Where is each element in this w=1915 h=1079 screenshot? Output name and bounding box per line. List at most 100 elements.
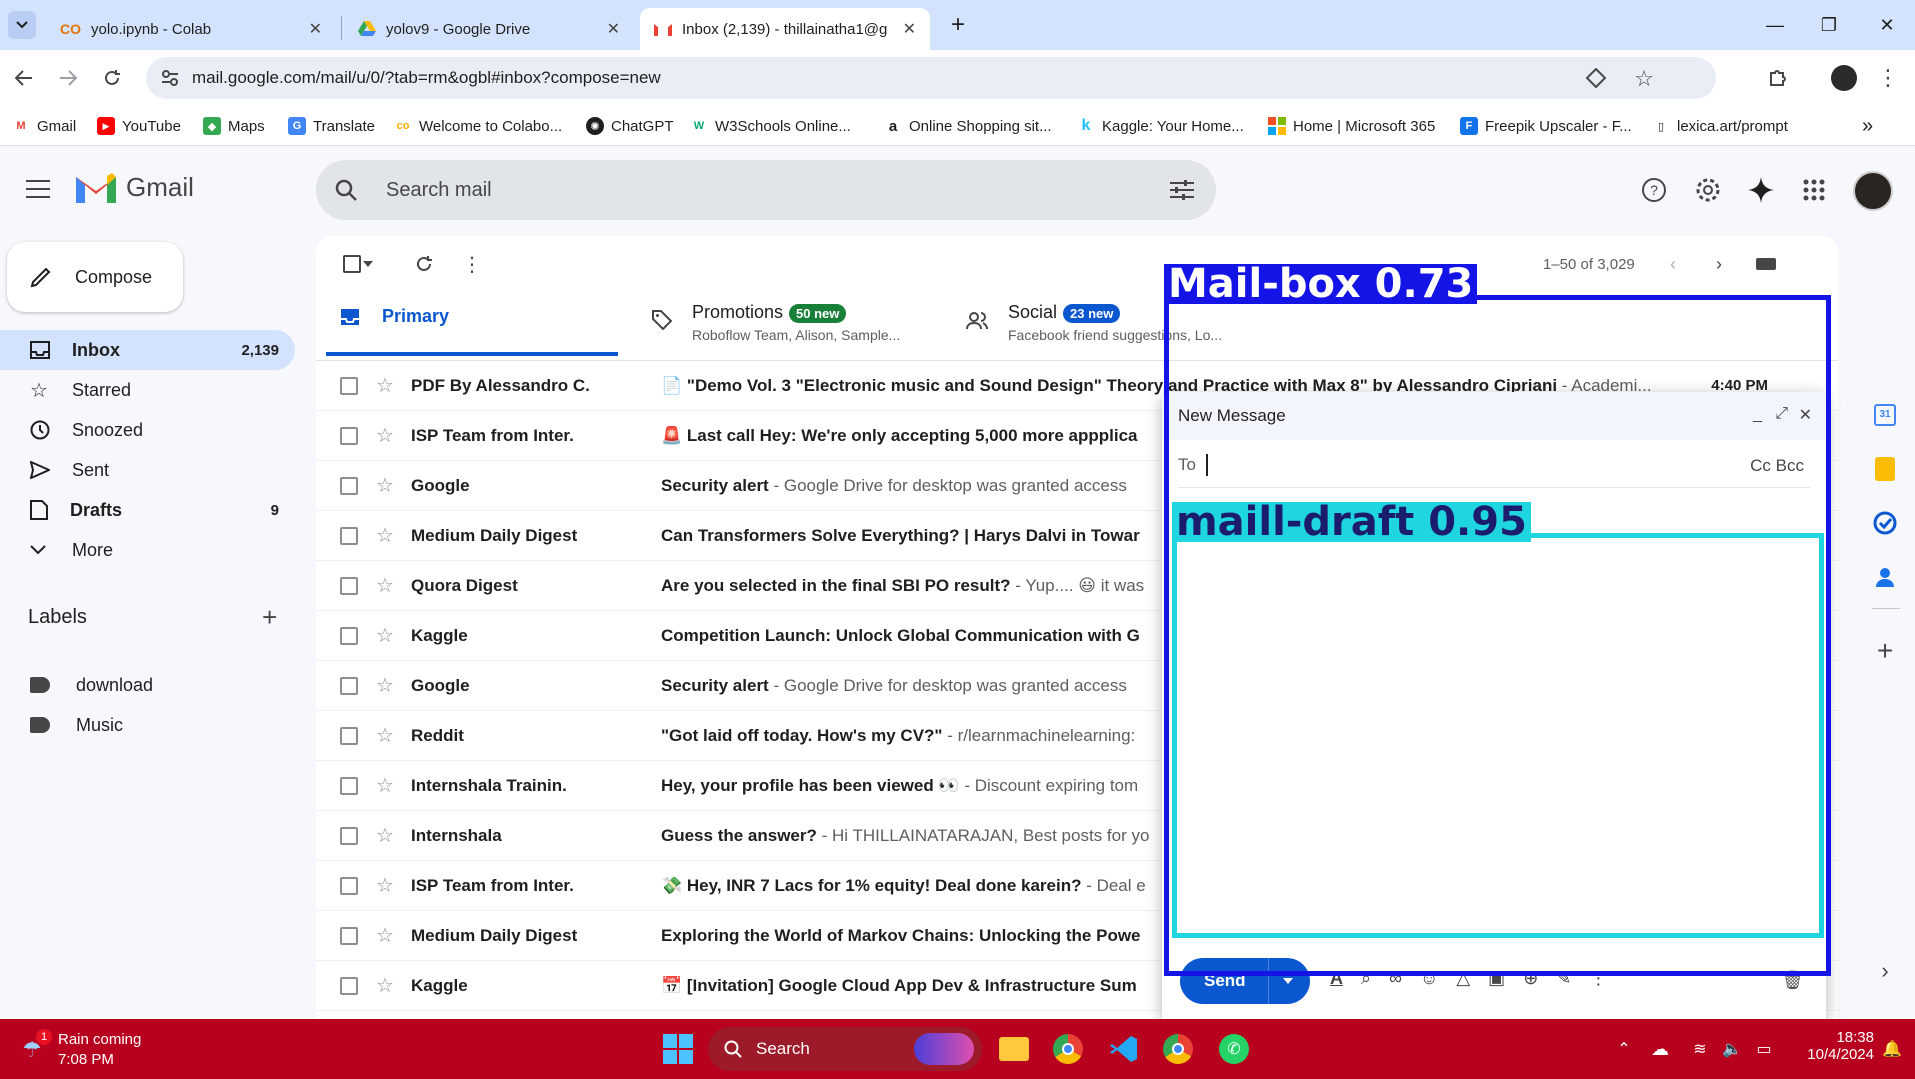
row-checkbox[interactable] [340, 826, 358, 845]
tasks-icon[interactable] [1870, 508, 1900, 538]
star-icon[interactable]: ☆ [376, 823, 394, 848]
bookmark-lexica[interactable]: ▯ lexica.art/prompt [1652, 114, 1788, 138]
calendar-icon[interactable]: 31 [1870, 400, 1900, 430]
tab-drive[interactable]: yolov9 - Google Drive ✕ [344, 8, 634, 50]
close-icon[interactable]: ✕ [309, 19, 322, 39]
apps-grid-icon[interactable] [1794, 170, 1834, 210]
more-bookmarks-button[interactable]: » [1862, 114, 1873, 138]
bookmark-kaggle[interactable]: k Kaggle: Your Home... [1077, 114, 1244, 138]
row-checkbox[interactable] [340, 726, 358, 745]
taskbar-search[interactable]: Search [708, 1027, 982, 1071]
row-checkbox[interactable] [340, 776, 358, 795]
bookmark-chatgpt[interactable]: ✺ ChatGPT [586, 114, 674, 138]
star-icon[interactable]: ☆ [376, 473, 394, 498]
bookmark-colab[interactable]: co Welcome to Colabo... [394, 114, 563, 138]
row-checkbox[interactable] [340, 676, 358, 695]
prev-page-icon[interactable]: ‹ [1670, 254, 1676, 275]
window-close-button[interactable]: ✕ [1860, 0, 1914, 50]
bookmark-freepik[interactable]: F Freepik Upscaler - F... [1460, 114, 1632, 138]
row-checkbox[interactable] [340, 526, 358, 545]
refresh-button[interactable] [406, 246, 442, 282]
row-checkbox[interactable] [340, 976, 358, 995]
settings-gear-icon[interactable] [1688, 170, 1728, 210]
bookmark-w3schools[interactable]: W W3Schools Online... [690, 114, 851, 138]
add-label-button[interactable]: + [262, 602, 277, 633]
chrome-icon[interactable] [1048, 1029, 1088, 1069]
nav-inbox[interactable]: Inbox 2,139 [0, 330, 295, 370]
reload-button[interactable] [94, 60, 130, 96]
select-options-button[interactable] [358, 246, 378, 282]
tab-gmail[interactable]: Inbox (2,139) - thillainatha1@g ✕ [640, 8, 930, 50]
restore-button[interactable]: ❐ [1802, 0, 1856, 50]
minimize-button[interactable]: — [1748, 0, 1802, 50]
compose-button[interactable]: Compose [7, 242, 183, 312]
star-icon[interactable]: ☆ [376, 973, 394, 998]
start-button[interactable] [658, 1029, 698, 1069]
search-icon[interactable] [334, 178, 358, 202]
extensions-button[interactable] [1760, 60, 1796, 96]
bookmark-maps[interactable]: ◆ Maps [203, 114, 265, 138]
back-button[interactable] [6, 60, 42, 96]
browser-menu-button[interactable]: ⋮ [1870, 60, 1906, 96]
row-checkbox[interactable] [340, 926, 358, 945]
row-checkbox[interactable] [340, 476, 358, 495]
bookmark-translate[interactable]: G Translate [288, 114, 375, 138]
new-tab-button[interactable]: + [944, 11, 972, 39]
address-bar[interactable]: mail.google.com/mail/u/0/?tab=rm&ogbl#in… [146, 57, 1716, 99]
star-icon[interactable]: ☆ [376, 723, 394, 748]
notification-bell-icon[interactable]: 🔔 [1872, 1029, 1912, 1069]
weather-widget[interactable]: ☂ 1 Rain coming 7:08 PM [20, 1027, 180, 1071]
clock[interactable]: 18:38 10/4/2024 [1794, 1029, 1874, 1063]
battery-icon[interactable]: ▭ [1744, 1029, 1784, 1069]
nav-more[interactable]: More [0, 530, 295, 570]
onedrive-icon[interactable]: ☁ [1640, 1029, 1680, 1069]
label-music[interactable]: Music [0, 705, 295, 745]
keep-icon[interactable] [1870, 454, 1900, 484]
hide-panel-icon[interactable]: › [1870, 956, 1900, 986]
system-tray-chevron-icon[interactable]: ⌃ [1604, 1029, 1644, 1069]
install-app-icon[interactable] [1586, 68, 1606, 88]
row-checkbox[interactable] [340, 876, 358, 895]
nav-sent[interactable]: Sent [0, 450, 295, 490]
add-addon-button[interactable]: + [1870, 635, 1900, 666]
tab-colab[interactable]: CO yolo.ipynb - Colab ✕ [46, 8, 336, 50]
forward-button[interactable] [50, 60, 86, 96]
contacts-icon[interactable] [1870, 562, 1900, 592]
gmail-logo[interactable]: Gmail [76, 172, 194, 203]
nav-snoozed[interactable]: Snoozed [0, 410, 295, 450]
star-icon[interactable]: ☆ [376, 523, 394, 548]
label-download[interactable]: download [0, 665, 295, 705]
star-icon[interactable]: ☆ [376, 923, 394, 948]
bookmark-youtube[interactable]: ▶ YouTube [97, 114, 181, 138]
bookmark-gmail[interactable]: M Gmail [12, 114, 76, 138]
close-icon[interactable]: ✕ [903, 19, 916, 39]
search-bar[interactable]: Search mail [316, 160, 1216, 220]
next-page-icon[interactable]: › [1716, 254, 1722, 275]
help-icon[interactable]: ? [1634, 170, 1674, 210]
nav-starred[interactable]: ☆ Starred [0, 370, 295, 410]
account-avatar[interactable] [1853, 171, 1893, 211]
tab-search-button[interactable] [8, 11, 36, 39]
star-icon[interactable]: ☆ [376, 573, 394, 598]
more-actions-button[interactable]: ⋮ [454, 246, 490, 282]
search-input[interactable]: Search mail [386, 179, 492, 202]
keyboard-input-icon[interactable] [1756, 258, 1776, 270]
star-icon[interactable]: ☆ [376, 423, 394, 448]
star-icon[interactable]: ☆ [376, 673, 394, 698]
row-checkbox[interactable] [340, 576, 358, 595]
bookmark-microsoft365[interactable]: Home | Microsoft 365 [1268, 114, 1435, 138]
close-icon[interactable]: ✕ [607, 19, 620, 39]
star-icon[interactable]: ☆ [376, 773, 394, 798]
star-icon[interactable]: ☆ [376, 623, 394, 648]
bookmark-amazon[interactable]: a Online Shopping sit... [884, 114, 1052, 138]
filter-options-icon[interactable] [1170, 179, 1194, 201]
tab-primary[interactable]: Primary [326, 294, 618, 356]
bookmark-star-icon[interactable]: ☆ [1634, 66, 1654, 92]
star-icon[interactable]: ☆ [376, 873, 394, 898]
nav-drafts[interactable]: Drafts 9 [0, 490, 295, 530]
row-checkbox[interactable] [340, 626, 358, 645]
row-checkbox[interactable] [340, 426, 358, 445]
whatsapp-icon[interactable]: ✆ [1214, 1029, 1254, 1069]
site-settings-icon[interactable] [160, 68, 180, 88]
send-options-caret-icon[interactable] [1283, 978, 1293, 984]
